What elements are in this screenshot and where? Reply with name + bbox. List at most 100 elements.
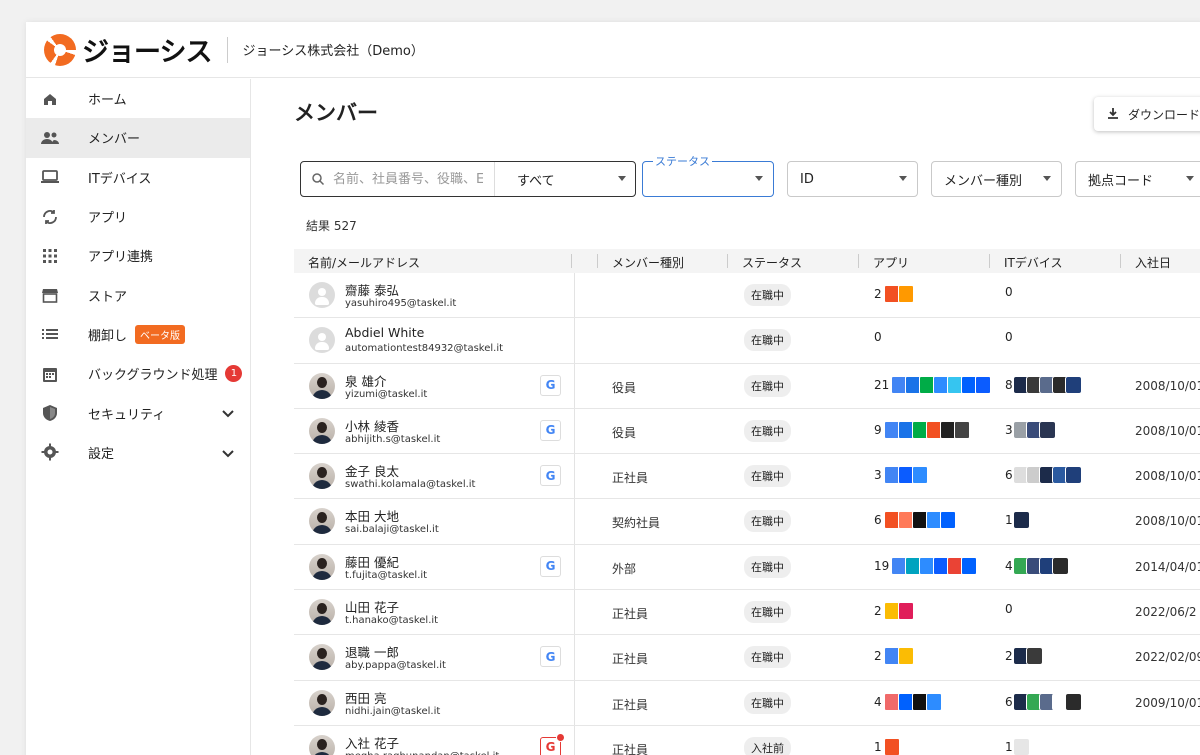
apps-cell[interactable]: 3: [874, 466, 928, 485]
member-name[interactable]: 藤田 優紀: [345, 552, 399, 571]
chevron-down-icon: [1186, 176, 1194, 181]
google-account-icon[interactable]: G: [540, 465, 561, 487]
apps-cell[interactable]: 19: [874, 556, 978, 575]
device-icons: [1013, 511, 1030, 530]
member-type: 正社員: [612, 652, 649, 667]
table-row[interactable]: Abdiel White automationtest84932@taskel.i…: [294, 318, 1200, 364]
base-code-filter[interactable]: 拠点コード: [1075, 161, 1200, 197]
member-name[interactable]: 山田 花子: [345, 597, 399, 616]
column-divider: [574, 318, 575, 363]
apps-cell[interactable]: 2: [874, 647, 914, 666]
table-row[interactable]: 入社 花子megha.raghunandan@taskel.it G 正社員 入社前 1…: [294, 725, 1200, 755]
chevron-down-icon[interactable]: [220, 405, 236, 421]
logo[interactable]: ジョーシス: [44, 30, 212, 69]
devices-count: 1: [1005, 739, 1013, 754]
sidebar-item-9[interactable]: 設定: [26, 433, 250, 472]
sidebar-item-5[interactable]: ストア: [26, 275, 250, 314]
column-header-member-type[interactable]: メンバー種別: [612, 254, 684, 271]
google-account-icon[interactable]: G: [540, 732, 565, 755]
sidebar-item-2[interactable]: ITデバイス: [26, 158, 250, 197]
apps-cell[interactable]: 2: [874, 285, 914, 303]
devices-cell[interactable]: 1: [1005, 511, 1030, 530]
home-icon: [40, 89, 60, 109]
devices-cell[interactable]: 0: [1005, 602, 1017, 616]
sidebar-item-6[interactable]: 棚卸し ベータ版: [26, 315, 250, 354]
chevron-down-icon[interactable]: [220, 445, 236, 461]
status-filter[interactable]: ステータス: [642, 153, 774, 197]
devices-cell[interactable]: 0: [1005, 330, 1017, 344]
id-filter[interactable]: ID: [787, 161, 918, 197]
member-name[interactable]: 本田 大地: [345, 506, 399, 525]
table-row[interactable]: 藤田 優紀 t.fujita@taskel.it G 外部 在職中 19 4 2014/04/…: [294, 544, 1200, 591]
notification-count-badge: 1: [225, 365, 243, 383]
google-account-icon[interactable]: G: [540, 374, 561, 396]
devices-cell[interactable]: 0: [1005, 285, 1017, 299]
apps-cell[interactable]: 0: [874, 330, 886, 344]
column-header-devices[interactable]: ITデバイス: [1004, 254, 1063, 271]
apps-cell[interactable]: 1: [874, 737, 900, 755]
download-button[interactable]: ダウンロード: [1094, 97, 1200, 131]
sidebar-item-label: アプリ: [88, 211, 128, 227]
search-input[interactable]: [333, 171, 483, 187]
google-account-icon[interactable]: G: [540, 555, 561, 577]
member-name[interactable]: 齋藤 泰弘: [345, 280, 399, 299]
member-name[interactable]: 入社 花子: [345, 733, 399, 752]
member-name[interactable]: 西田 亮: [345, 688, 386, 707]
devices-cell[interactable]: 8: [1005, 375, 1082, 394]
search-field[interactable]: すべて: [300, 161, 636, 197]
app-icons: [884, 737, 900, 755]
sidebar-item-7[interactable]: バックグラウンド処理 1: [26, 354, 250, 393]
table-row[interactable]: 小林 綾香 abhijith.s@taskel.it G 役員 在職中 9 3 2008/10…: [294, 408, 1200, 455]
devices-cell[interactable]: 1: [1005, 737, 1030, 755]
table-row[interactable]: 金子 良太 swathi.kolamala@taskel.it G 正社員 在職中 3 6 2…: [294, 454, 1200, 500]
column-header-join-date[interactable]: 入社日: [1135, 254, 1171, 271]
sidebar-item-3[interactable]: アプリ: [26, 197, 250, 236]
member-type-filter[interactable]: メンバー種別: [931, 161, 1062, 197]
member-name[interactable]: 小林 綾香: [345, 416, 399, 435]
search-scope-select[interactable]: すべて: [494, 162, 636, 196]
devices-cell[interactable]: 3: [1005, 420, 1056, 439]
member-type: 正社員: [612, 607, 649, 622]
device-thumbnail: [1065, 375, 1082, 394]
devices-cell[interactable]: 6: [1005, 466, 1082, 485]
devices-count: 0: [1005, 602, 1013, 617]
apps-cell[interactable]: 9: [874, 420, 970, 439]
table-row[interactable]: 西田 亮 nidhi.jain@taskel.it 正社員 在職中 4 6 2009/10/…: [294, 680, 1200, 726]
table-row[interactable]: 山田 花子 t.hanako@taskel.it 正社員 在職中 2 0 2022/06/2: [294, 590, 1200, 636]
table-row[interactable]: 退職 一郎 aby.pappa@taskel.it G 正社員 在職中 2 2 2022/02…: [294, 635, 1200, 681]
sidebar-item-4[interactable]: アプリ連携: [26, 236, 250, 275]
devices-cell[interactable]: 4: [1005, 556, 1069, 575]
download-label: ダウンロード: [1128, 107, 1200, 122]
join-date: 2008/10/01: [1135, 378, 1200, 393]
devices-cell[interactable]: 2: [1005, 647, 1043, 666]
member-name[interactable]: 泉 雄介: [345, 371, 386, 390]
apps-cell[interactable]: 2: [874, 602, 914, 621]
table-row[interactable]: 泉 雄介 yizumi@taskel.it G 役員 在職中 21 8 2008/10/01: [294, 363, 1200, 409]
app-icons: [891, 556, 978, 575]
apps-cell[interactable]: 21: [874, 375, 992, 394]
device-thumbnail: [1013, 511, 1030, 530]
column-header-apps[interactable]: アプリ: [873, 254, 909, 271]
member-name[interactable]: Abdiel White: [345, 325, 424, 340]
device-thumbnail: [1065, 692, 1082, 711]
devices-cell[interactable]: 6: [1005, 692, 1082, 711]
google-account-icon[interactable]: G: [540, 419, 561, 441]
member-name[interactable]: 金子 良太: [345, 461, 399, 480]
device-icons: [1013, 692, 1082, 711]
company-name[interactable]: ジョーシス株式会社（Demo）: [242, 40, 423, 59]
apps-cell[interactable]: 4: [874, 692, 942, 711]
member-name[interactable]: 退職 一郎: [345, 642, 399, 661]
sidebar-item-1[interactable]: メンバー: [26, 118, 250, 158]
column-divider: [989, 254, 990, 268]
sidebar-item-8[interactable]: セキュリティ: [26, 393, 250, 432]
apps-cell[interactable]: 6: [874, 511, 956, 530]
table-row[interactable]: 本田 大地 sai.balaji@taskel.it 契約社員 在職中 6 1 2008/1…: [294, 499, 1200, 545]
column-header-name[interactable]: 名前/メールアドレス: [308, 254, 420, 271]
google-account-icon[interactable]: G: [540, 646, 561, 668]
sidebar-item-label: ストア: [88, 289, 128, 305]
column-divider: [574, 725, 575, 755]
devices-count: 6: [1005, 694, 1013, 709]
table-row[interactable]: 齋藤 泰弘 yasuhiro495@taskel.it 在職中 2 0: [294, 273, 1200, 319]
column-header-status[interactable]: ステータス: [742, 254, 802, 271]
sidebar-item-0[interactable]: ホーム: [26, 79, 250, 118]
